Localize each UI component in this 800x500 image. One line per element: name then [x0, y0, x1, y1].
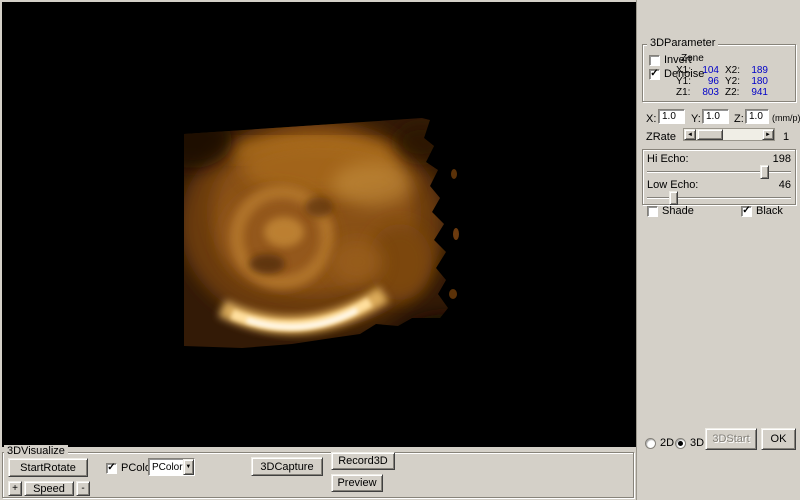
radio-3d-label: 3D	[690, 437, 704, 449]
scroll-right-button[interactable]: ►	[762, 129, 774, 140]
z-scale-input[interactable]	[745, 109, 769, 124]
invert-checkbox-box	[649, 55, 660, 66]
zone-row-y: Y1: 96 Y2: 180	[676, 76, 774, 87]
black-label: Black	[756, 205, 783, 217]
zone-row-x: X1: 104 X2: 189	[676, 65, 774, 76]
hi-echo-value: 198	[773, 153, 791, 165]
hi-echo-slider-track	[647, 171, 791, 173]
zone-label: Zone	[681, 53, 704, 64]
radio-2d[interactable]: 2D	[645, 437, 674, 449]
zone-x1-label: X1:	[676, 65, 698, 76]
denoise-checkbox-box: ✓	[649, 69, 660, 80]
start3d-button[interactable]: 3DStart	[705, 428, 757, 450]
y-scale-input[interactable]	[702, 109, 729, 124]
pcolor-dropdown[interactable]: PColor ▼	[148, 458, 195, 476]
black-checkbox[interactable]: ✓ Black	[741, 205, 783, 217]
shade-checkbox[interactable]: Shade	[647, 205, 694, 217]
check-icon: ✓	[107, 463, 115, 472]
zone-z2-label: Z2:	[725, 87, 747, 98]
shade-checkbox-box	[647, 206, 658, 217]
x-scale-input[interactable]	[658, 109, 685, 124]
zone-z1-value: 803	[698, 87, 725, 98]
radio-3d-dot	[678, 441, 683, 446]
z-scale-label: Z:	[734, 113, 744, 125]
radio-2d-label: 2D	[660, 437, 674, 449]
scroll-right-icon: ►	[765, 132, 771, 138]
radio-3d-circle	[675, 438, 686, 449]
hi-echo-label: Hi Echo:	[647, 153, 689, 165]
preview-button[interactable]: Preview	[331, 474, 383, 492]
zone-y1-value: 96	[698, 76, 725, 87]
x-scale-label: X:	[646, 113, 656, 125]
echo-groupbox: Hi Echo: 198 Low Echo: 46	[642, 149, 796, 205]
zone-x2-value: 189	[747, 65, 774, 76]
visualize-groupbox-title: 3DVisualize	[4, 445, 68, 457]
record3d-button[interactable]: Record3D	[331, 452, 395, 470]
shade-label: Shade	[662, 205, 694, 217]
hi-echo-slider-thumb[interactable]	[760, 165, 769, 179]
ultrasound-render	[172, 112, 464, 358]
zone-row-z: Z1: 803 Z2: 941	[676, 87, 774, 98]
radio-3d[interactable]: 3D	[675, 437, 704, 449]
zone-y1-label: Y1:	[676, 76, 698, 87]
start-rotate-button[interactable]: StartRotate	[8, 458, 88, 477]
speed-plus-button[interactable]: +	[8, 481, 22, 496]
capture-button[interactable]: 3DCapture	[251, 457, 323, 476]
scroll-left-icon: ◄	[687, 132, 693, 138]
zrate-scrollbar-thumb[interactable]	[697, 129, 723, 140]
pcolor-checkbox-box: ✓	[106, 463, 117, 474]
pcolor-dropdown-button[interactable]: ▼	[183, 459, 194, 475]
speed-button[interactable]: Speed	[24, 481, 74, 496]
hi-echo-slider[interactable]	[647, 165, 791, 179]
chevron-down-icon: ▼	[185, 464, 191, 470]
app-window: { "panel": { "title": "3DParameter", "in…	[0, 0, 800, 500]
zone-x2-label: X2:	[725, 65, 747, 76]
parameter-groupbox-title: 3DParameter	[647, 37, 718, 49]
y-scale-label: Y:	[691, 113, 701, 125]
check-icon: ✓	[650, 69, 658, 78]
zone-y2-label: Y2:	[725, 76, 747, 87]
ok-button[interactable]: OK	[761, 428, 796, 450]
radio-2d-circle	[645, 438, 656, 449]
pcolor-dropdown-value: PColor	[149, 462, 183, 473]
zone-z1-label: Z1:	[676, 87, 698, 98]
black-checkbox-box: ✓	[741, 206, 752, 217]
render-viewport[interactable]	[2, 2, 636, 447]
low-echo-label: Low Echo:	[647, 179, 698, 191]
check-icon: ✓	[742, 206, 750, 215]
zone-x1-value: 104	[698, 65, 725, 76]
zone-z2-value: 941	[747, 87, 774, 98]
low-echo-slider[interactable]	[647, 191, 791, 205]
zrate-label: ZRate	[646, 131, 676, 143]
parameter-panel: 3DParameter Invert ✓ Denoise Zone X1: 10…	[636, 0, 800, 500]
low-echo-value: 46	[779, 179, 791, 191]
speed-minus-button[interactable]: -	[76, 481, 90, 496]
zrate-scrollbar[interactable]: ◄ ►	[683, 128, 775, 141]
scale-unit-label: (mm/p)	[772, 113, 800, 123]
visualize-panel: 3DVisualize StartRotate + Speed - ✓ PCol…	[0, 447, 636, 500]
zrate-value: 1	[783, 131, 789, 143]
zone-y2-value: 180	[747, 76, 774, 87]
low-echo-slider-thumb[interactable]	[669, 191, 678, 205]
parameter-groupbox: 3DParameter Invert ✓ Denoise Zone X1: 10…	[642, 44, 796, 102]
scroll-left-button[interactable]: ◄	[684, 129, 696, 140]
